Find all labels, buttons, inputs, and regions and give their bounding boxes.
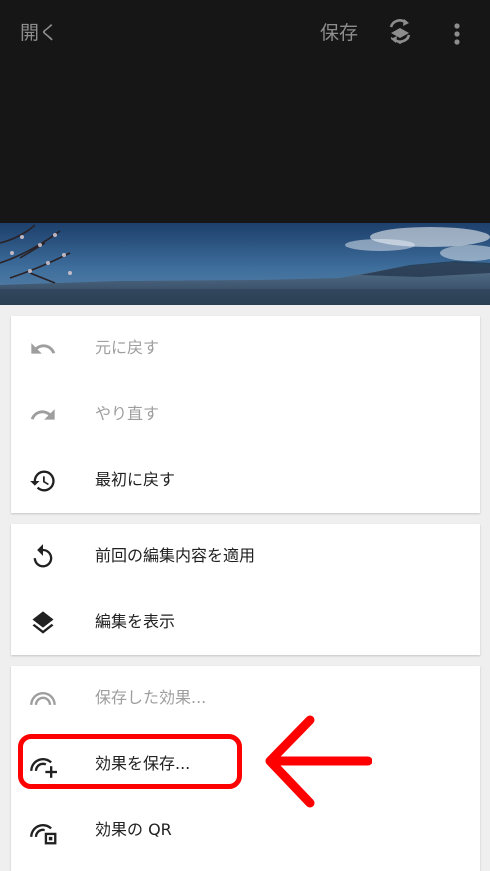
save-button[interactable]: 保存 <box>320 20 358 46</box>
looks-qr-icon <box>29 817 57 845</box>
menu-item-look-qr[interactable]: 効果の QR <box>11 798 480 864</box>
menu-item-label: 前回の編集内容を適用 <box>95 546 256 565</box>
highlight-box-annotation <box>18 734 242 789</box>
layers-swap-icon[interactable] <box>386 18 414 48</box>
menu-item-redo[interactable]: やり直す <box>11 382 480 448</box>
menu-item-label: 元に戻す <box>95 338 160 357</box>
menu-item-apply-last-edits[interactable]: 前回の編集内容を適用 <box>11 524 480 590</box>
more-vertical-icon[interactable] <box>448 20 466 48</box>
menu-item-label: 効果の QR <box>95 820 172 839</box>
layers-icon <box>29 609 57 637</box>
menu-item-saved-looks[interactable]: 保存した効果... <box>11 666 480 732</box>
menu-item-undo[interactable]: 元に戻す <box>11 316 480 382</box>
open-button[interactable]: 開く <box>20 20 58 46</box>
replay-icon <box>29 543 57 571</box>
menu-item-label: やり直す <box>95 404 160 423</box>
undo-icon <box>29 335 57 363</box>
menu-item-view-edits[interactable]: 編集を表示 <box>11 590 480 656</box>
menu-item-revert[interactable]: 最初に戻す <box>11 448 480 514</box>
photo-preview <box>0 223 490 305</box>
looks-icon <box>29 685 57 713</box>
history-icon <box>29 467 57 495</box>
menu-item-label: 保存した効果... <box>95 688 207 707</box>
top-app-bar: 開く 保存 <box>0 0 490 223</box>
menu-group-edits: 前回の編集内容を適用 編集を表示 <box>11 524 480 655</box>
menu-group-history: 元に戻す やり直す 最初に戻す <box>11 316 480 513</box>
left-arrow-annotation <box>258 712 373 812</box>
redo-icon <box>29 401 57 429</box>
menu-item-label: 編集を表示 <box>95 612 176 631</box>
menu-item-label: 最初に戻す <box>95 470 176 489</box>
